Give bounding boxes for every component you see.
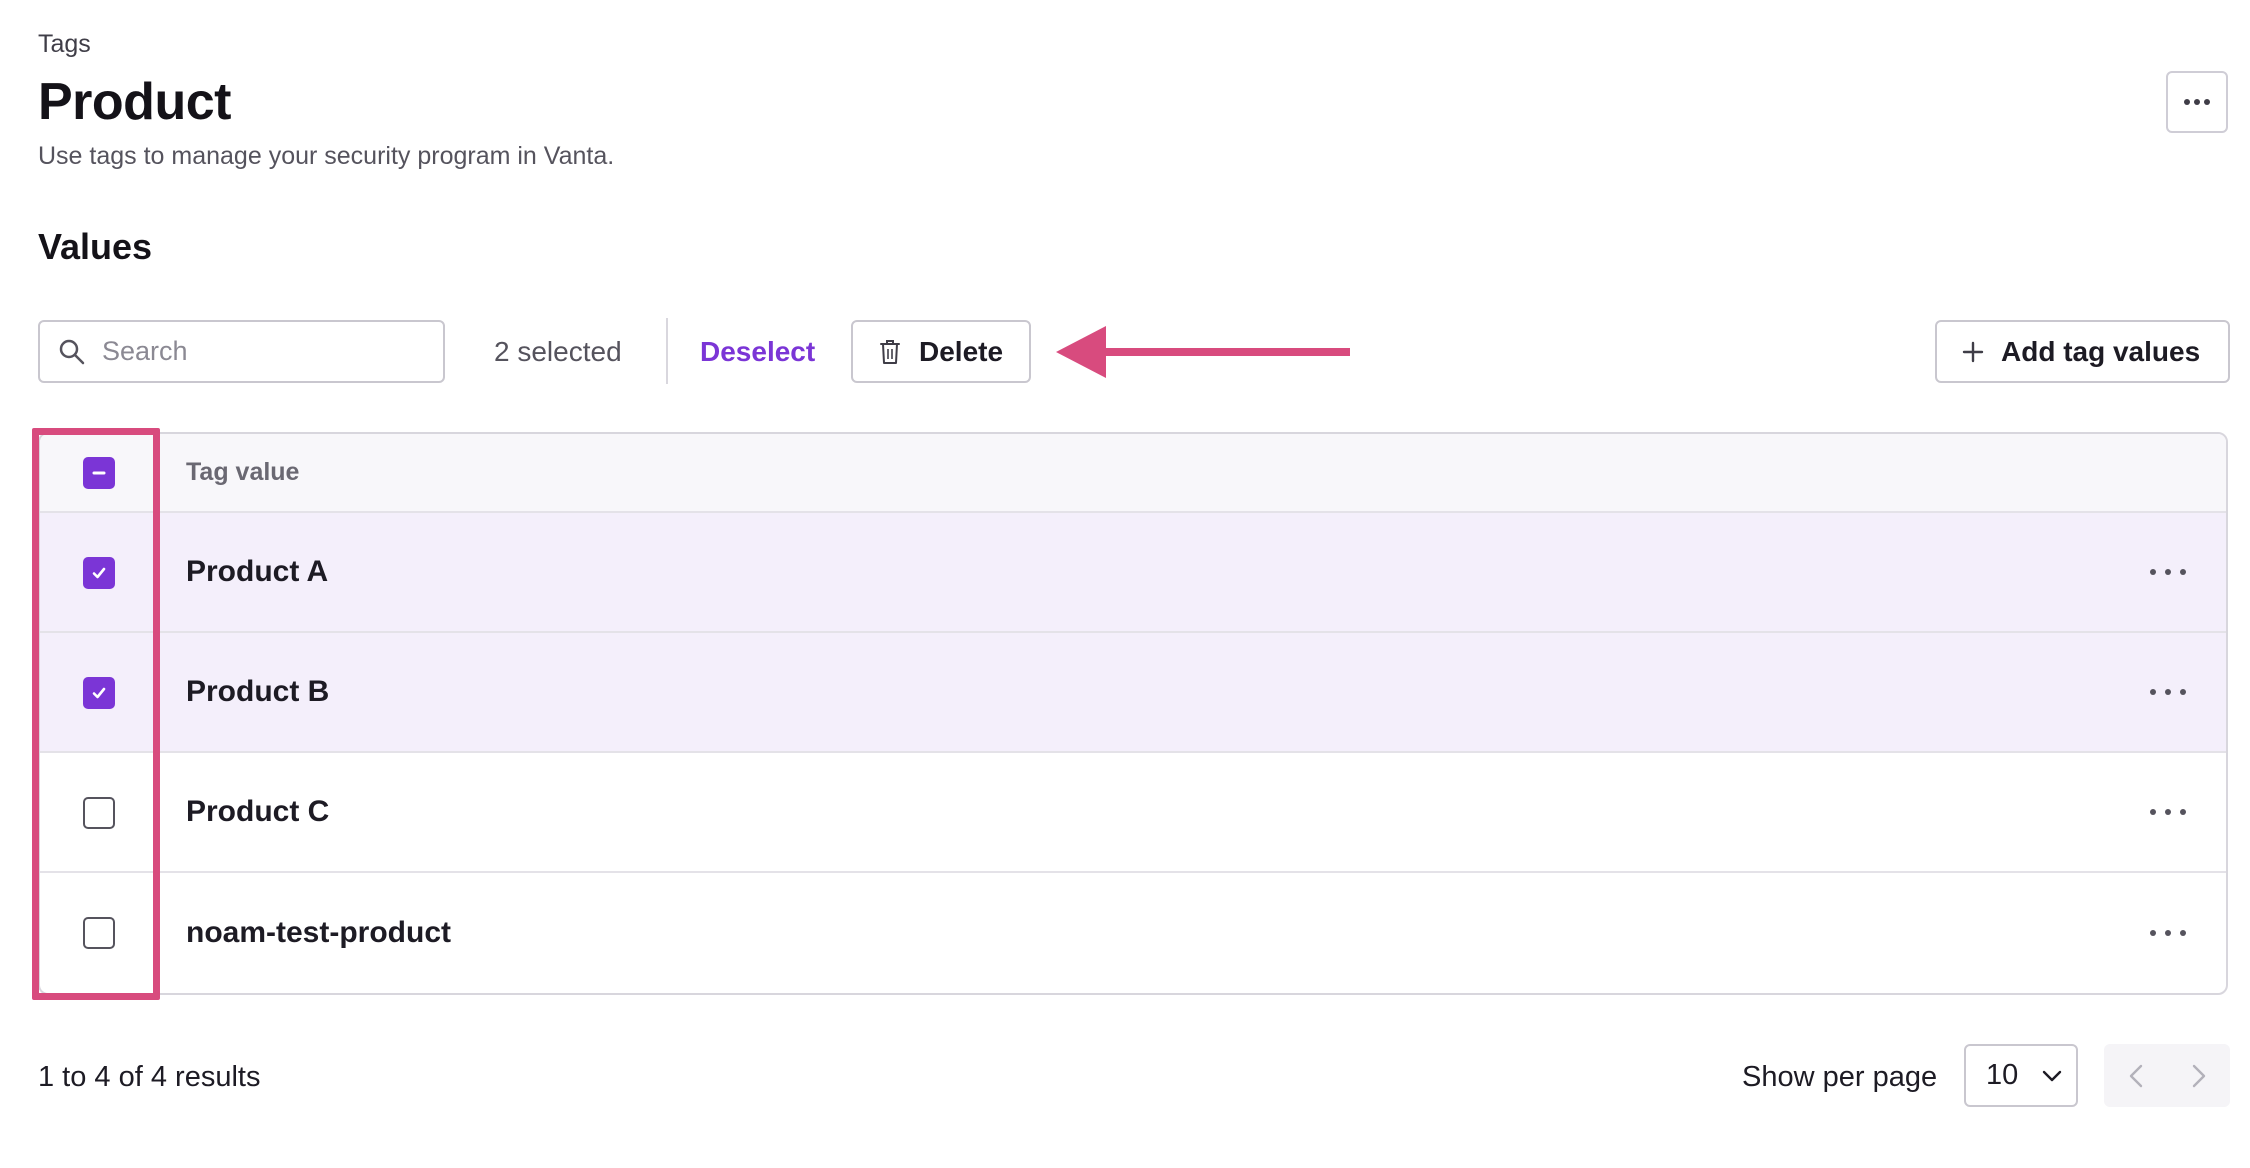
delete-button[interactable]: Delete — [851, 320, 1031, 383]
add-tag-values-button[interactable]: Add tag values — [1935, 320, 2230, 383]
column-header-tag-value[interactable]: Tag value — [186, 458, 299, 487]
tag-value-cell: noam-test-product — [186, 916, 451, 949]
chevron-right-icon — [2192, 1064, 2205, 1087]
table-row[interactable]: noam-test-product — [40, 873, 2226, 993]
annotation-highlight-box — [32, 428, 160, 1000]
table-header: Tag value — [40, 434, 2226, 513]
row-more-icon[interactable] — [2150, 923, 2186, 943]
pagination — [2104, 1044, 2230, 1107]
results-count: 1 to 4 of 4 results — [38, 1061, 261, 1093]
search-input[interactable] — [100, 335, 424, 368]
table-row[interactable]: Product B — [40, 633, 2226, 753]
deselect-link[interactable]: Deselect — [700, 336, 815, 368]
tag-value-cell: Product A — [186, 555, 329, 588]
breadcrumb[interactable]: Tags — [38, 30, 91, 59]
values-section-title: Values — [38, 226, 153, 267]
tag-value-cell: Product B — [186, 675, 330, 708]
chevron-down-icon — [2043, 1070, 2062, 1081]
per-page-value: 10 — [1986, 1059, 2019, 1091]
previous-page-button[interactable] — [2104, 1044, 2167, 1107]
trash-icon — [880, 339, 900, 364]
row-more-icon[interactable] — [2150, 682, 2186, 702]
next-page-button[interactable] — [2167, 1044, 2230, 1107]
toolbar-divider — [666, 318, 668, 384]
add-tag-values-label: Add tag values — [2001, 335, 2201, 367]
per-page-label: Show per page — [1742, 1061, 1938, 1093]
page-title: Product — [38, 73, 231, 131]
tag-value-cell: Product C — [186, 795, 330, 828]
selected-count: 2 selected — [494, 336, 622, 367]
row-more-icon[interactable] — [2150, 802, 2186, 822]
table-row[interactable]: Product A — [40, 513, 2226, 633]
chevron-left-icon — [2129, 1064, 2142, 1087]
search-box[interactable] — [38, 320, 445, 383]
more-horizontal-icon — [2184, 99, 2210, 105]
annotation-arrow — [1056, 326, 1350, 378]
page-description: Use tags to manage your security program… — [38, 142, 615, 170]
plus-icon — [1962, 341, 1984, 362]
per-page-select[interactable]: 10 — [1964, 1044, 2078, 1107]
search-icon — [59, 339, 85, 364]
row-more-icon[interactable] — [2150, 562, 2186, 582]
delete-button-label: Delete — [919, 335, 1004, 367]
more-actions-button[interactable] — [2166, 71, 2228, 133]
tag-values-table: Tag value Product A Product B Product C … — [38, 432, 2228, 995]
table-row[interactable]: Product C — [40, 753, 2226, 873]
